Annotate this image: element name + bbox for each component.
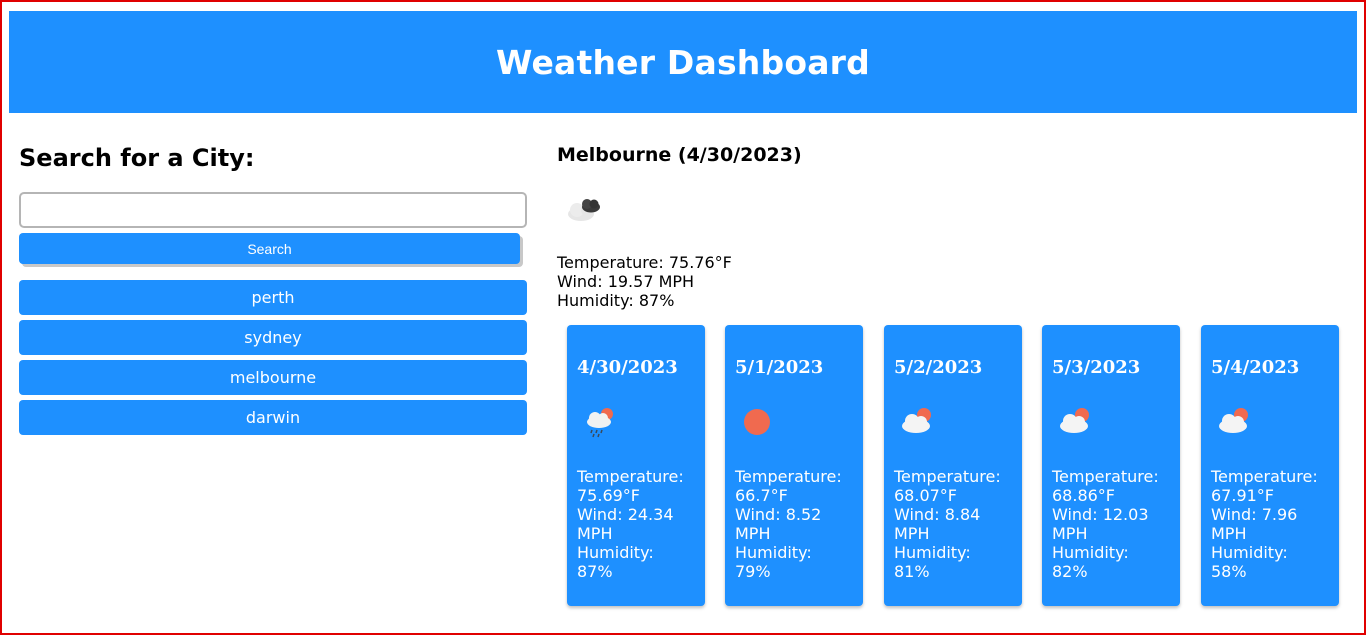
search-heading: Search for a City: — [19, 144, 255, 172]
forecast-temp-label: Temperature: — [735, 467, 842, 486]
current-wind: Wind: 19.57 MPH — [557, 272, 695, 291]
forecast-card: 5/2/2023 Temperature: 68.07°F Wind: 8.84… — [884, 325, 1022, 606]
forecast-wind: Wind: 8.52 — [735, 505, 822, 524]
current-humidity: Humidity: 87% — [557, 291, 675, 310]
forecast-card: 4/30/2023 Temperature: 75.69°F Wind: 24.… — [567, 325, 705, 606]
forecast-temp: 66.7°F — [735, 486, 788, 505]
rain-icon — [587, 408, 613, 438]
forecast-temp-label: Temperature: — [1052, 467, 1159, 486]
forecast-date: 5/3/2023 — [1052, 357, 1141, 378]
broken-clouds-night-icon — [568, 199, 600, 221]
partly-cloudy-icon — [902, 408, 931, 433]
forecast-humidity: 81% — [894, 562, 930, 581]
forecast-date: 5/2/2023 — [894, 357, 983, 378]
forecast-card: 5/3/2023 Temperature: 68.86°F Wind: 12.0… — [1042, 325, 1180, 606]
history-button-perth[interactable]: perth — [19, 280, 527, 315]
forecast-humidity: 82% — [1052, 562, 1088, 581]
current-temperature: Temperature: 75.76°F — [557, 253, 732, 272]
search-button[interactable]: Search — [19, 233, 520, 264]
forecast-temp-label: Temperature: — [1211, 467, 1318, 486]
forecast-wind-unit: MPH — [894, 524, 930, 543]
sun-icon — [744, 409, 770, 435]
page-header: Weather Dashboard — [9, 11, 1357, 113]
forecast-date: 4/30/2023 — [577, 357, 678, 378]
forecast-humidity-label: Humidity: — [894, 543, 971, 562]
search-history-list: perth sydney melbourne darwin — [19, 280, 527, 440]
forecast-date: 5/4/2023 — [1211, 357, 1300, 378]
forecast-info: Temperature: 68.86°F Wind: 12.03 MPH Hum… — [1052, 467, 1176, 581]
forecast-humidity-label: Humidity: — [577, 543, 654, 562]
forecast-humidity-label: Humidity: — [735, 543, 812, 562]
forecast-info: Temperature: 67.91°F Wind: 7.96 MPH Humi… — [1211, 467, 1335, 581]
forecast-humidity-label: Humidity: — [1211, 543, 1288, 562]
forecast-temp: 75.69°F — [577, 486, 641, 505]
forecast-info: Temperature: 75.69°F Wind: 24.34 MPH Hum… — [577, 467, 701, 581]
forecast-humidity: 87% — [577, 562, 613, 581]
forecast-temp-label: Temperature: — [577, 467, 684, 486]
forecast-temp: 68.86°F — [1052, 486, 1116, 505]
forecast-humidity: 79% — [735, 562, 771, 581]
history-button-melbourne[interactable]: melbourne — [19, 360, 527, 395]
forecast-date: 5/1/2023 — [735, 357, 824, 378]
history-button-sydney[interactable]: sydney — [19, 320, 527, 355]
forecast-wind-unit: MPH — [1211, 524, 1247, 543]
forecast-info: Temperature: 66.7°F Wind: 8.52 MPH Humid… — [735, 467, 859, 581]
forecast-humidity-label: Humidity: — [1052, 543, 1129, 562]
forecast-temp: 68.07°F — [894, 486, 958, 505]
forecast-humidity: 58% — [1211, 562, 1247, 581]
five-day-forecast: 4/30/2023 Temperature: 75.69°F Wind: 24.… — [567, 325, 1339, 607]
forecast-temp-label: Temperature: — [894, 467, 1001, 486]
forecast-wind-unit: MPH — [1052, 524, 1088, 543]
history-button-darwin[interactable]: darwin — [19, 400, 527, 435]
forecast-wind: Wind: 24.34 — [577, 505, 674, 524]
partly-cloudy-icon — [1219, 408, 1248, 433]
city-search-input[interactable] — [19, 192, 527, 228]
forecast-wind: Wind: 8.84 — [894, 505, 981, 524]
current-stats: Temperature: 75.76°F Wind: 19.57 MPH Hum… — [557, 253, 732, 310]
current-city-title: Melbourne (4/30/2023) — [557, 144, 802, 166]
forecast-card: 5/1/2023 Temperature: 66.7°F Wind: 8.52 … — [725, 325, 863, 606]
partly-cloudy-icon — [1060, 408, 1089, 433]
forecast-wind-unit: MPH — [735, 524, 771, 543]
forecast-wind: Wind: 7.96 — [1211, 505, 1298, 524]
page-title: Weather Dashboard — [496, 42, 870, 82]
forecast-card: 5/4/2023 Temperature: 67.91°F Wind: 7.96… — [1201, 325, 1339, 606]
forecast-temp: 67.91°F — [1211, 486, 1275, 505]
forecast-info: Temperature: 68.07°F Wind: 8.84 MPH Humi… — [894, 467, 1018, 581]
forecast-wind-unit: MPH — [577, 524, 613, 543]
forecast-wind: Wind: 12.03 — [1052, 505, 1149, 524]
